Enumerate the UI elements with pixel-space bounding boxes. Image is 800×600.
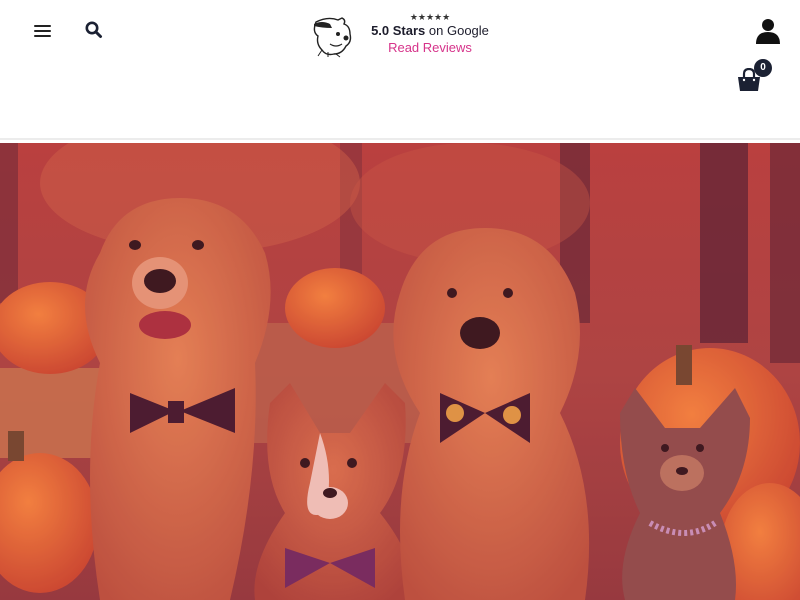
hero-image bbox=[0, 143, 800, 600]
rating-stars: ★★★★★ bbox=[409, 12, 451, 22]
dog-logo[interactable] bbox=[308, 14, 356, 58]
menu-icon[interactable] bbox=[34, 22, 52, 40]
rating-platform: on Google bbox=[428, 23, 489, 38]
user-icon[interactable] bbox=[756, 18, 780, 44]
google-rating: ★★★★★ 5.0 Stars on Google Read Reviews bbox=[362, 12, 498, 57]
rating-score: 5.0 Stars bbox=[371, 23, 426, 38]
search-icon[interactable] bbox=[84, 20, 104, 40]
cart-count-badge: 0 bbox=[754, 59, 772, 77]
rating-text: 5.0 Stars on Google bbox=[362, 23, 498, 39]
read-reviews-link[interactable]: Read Reviews bbox=[388, 40, 472, 56]
site-header: ★★★★★ 5.0 Stars on Google Read Reviews 0 bbox=[0, 0, 800, 140]
